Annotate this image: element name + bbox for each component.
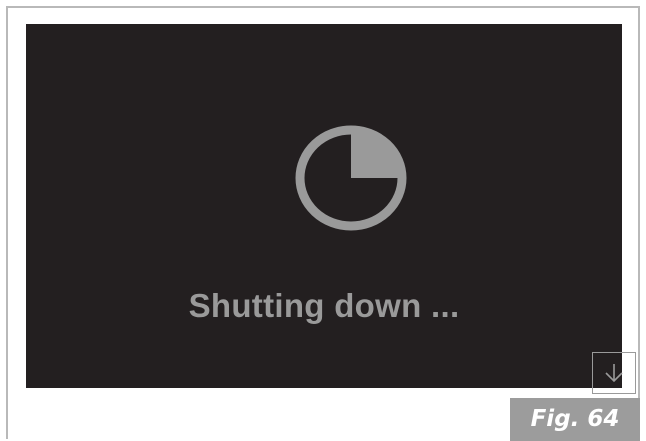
arrow-down-icon xyxy=(605,364,623,383)
device-screen: Shutting down ... xyxy=(26,24,636,394)
figure-label: Fig. 64 xyxy=(510,398,640,441)
scroll-down-button[interactable] xyxy=(592,352,636,394)
status-message: Shutting down ... xyxy=(188,287,460,324)
pie-progress-icon xyxy=(295,125,407,231)
progress-segment xyxy=(351,130,402,178)
